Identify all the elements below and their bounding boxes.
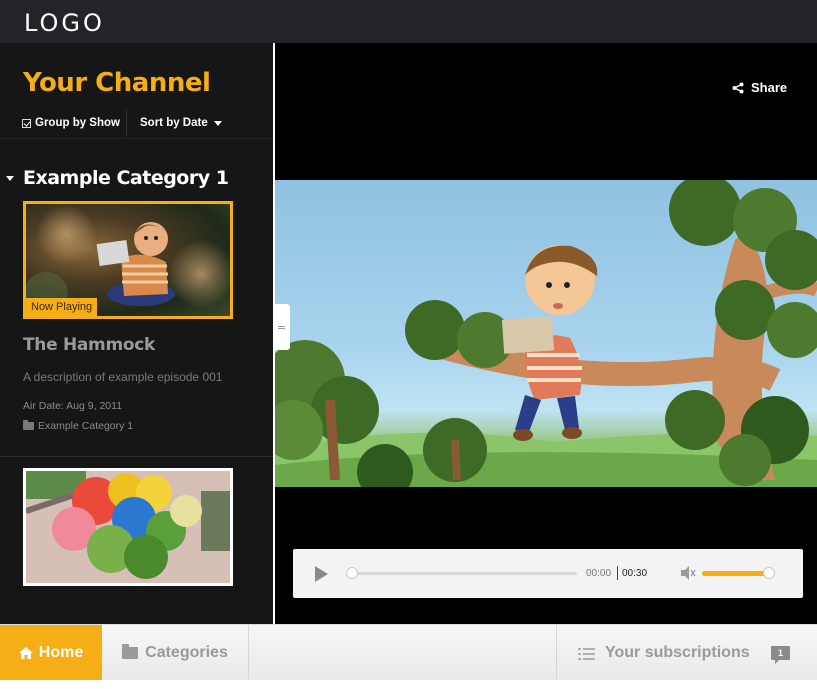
sort-label: Sort by Date	[140, 117, 208, 129]
share-label: Share	[751, 80, 788, 95]
progress-knob[interactable]	[346, 567, 358, 579]
category-header[interactable]: Example Category 1	[6, 167, 229, 189]
sidebar-controls: Group by Show Sort by Date	[0, 107, 273, 139]
nav-home[interactable]: Home	[0, 625, 102, 681]
volume-fill	[702, 571, 771, 576]
episode-description: A description of example episode 001	[23, 370, 223, 384]
group-by-show-label: Group by Show	[35, 117, 120, 129]
sidebar: Your Channel Group by Show Sort by Date …	[0, 43, 273, 624]
sidebar-collapse-handle[interactable]	[273, 304, 290, 350]
episode-thumbnail-image	[26, 471, 230, 583]
nav-subscriptions-label: Your subscriptions	[605, 644, 750, 661]
video-scene	[275, 180, 817, 487]
episode-thumbnail-1[interactable]: Now Playing	[23, 201, 233, 319]
page-footer-strip	[0, 680, 817, 689]
nav-subscriptions[interactable]: Your subscriptions 1	[556, 625, 817, 681]
now-playing-badge: Now Playing	[26, 298, 98, 316]
current-time: 00:00	[586, 568, 612, 579]
folder-icon	[23, 420, 34, 430]
player-control-bar: 00:00 00:30	[293, 549, 803, 598]
logo[interactable]: LOGO	[24, 9, 105, 37]
nav-categories-label: Categories	[145, 644, 228, 661]
sort-dropdown[interactable]: Sort by Date	[140, 117, 222, 129]
bottom-nav: Home Categories Your subscriptions 1	[0, 624, 817, 681]
caret-down-icon	[213, 120, 222, 126]
volume-mute-icon[interactable]	[680, 565, 696, 581]
caret-down-icon	[6, 175, 14, 181]
video-player: Share 00:00 00:30	[275, 43, 817, 624]
episode-divider	[0, 456, 273, 457]
time-separator	[617, 566, 618, 580]
channel-title: Your Channel	[23, 68, 211, 98]
list-icon	[578, 647, 595, 660]
episode-category-label: Example Category 1	[38, 420, 134, 432]
home-icon	[18, 647, 33, 659]
volume-knob[interactable]	[763, 567, 775, 579]
episode-thumbnail-2[interactable]	[23, 468, 233, 586]
checkbox-icon[interactable]	[22, 118, 31, 128]
top-bar: LOGO	[0, 0, 817, 43]
share-button[interactable]: Share	[732, 80, 787, 95]
episode-title[interactable]: The Hammock	[23, 335, 155, 355]
episode-category: Example Category 1	[23, 420, 133, 432]
video-frame[interactable]	[275, 180, 817, 487]
category-title: Example Category 1	[23, 167, 229, 189]
total-time: 00:30	[622, 568, 648, 579]
subscriptions-count-badge: 1	[771, 646, 790, 664]
nav-categories[interactable]: Categories	[102, 625, 249, 681]
play-icon[interactable]	[315, 566, 328, 582]
nav-home-label: Home	[38, 644, 84, 661]
episode-air-date: Air Date: Aug 9, 2011	[23, 400, 123, 412]
group-by-show-toggle[interactable]: Group by Show	[22, 117, 120, 129]
share-icon	[732, 82, 744, 93]
progress-track[interactable]	[351, 572, 577, 575]
controls-divider	[126, 109, 127, 137]
grip-icon	[278, 325, 285, 329]
folder-icon	[122, 644, 139, 659]
